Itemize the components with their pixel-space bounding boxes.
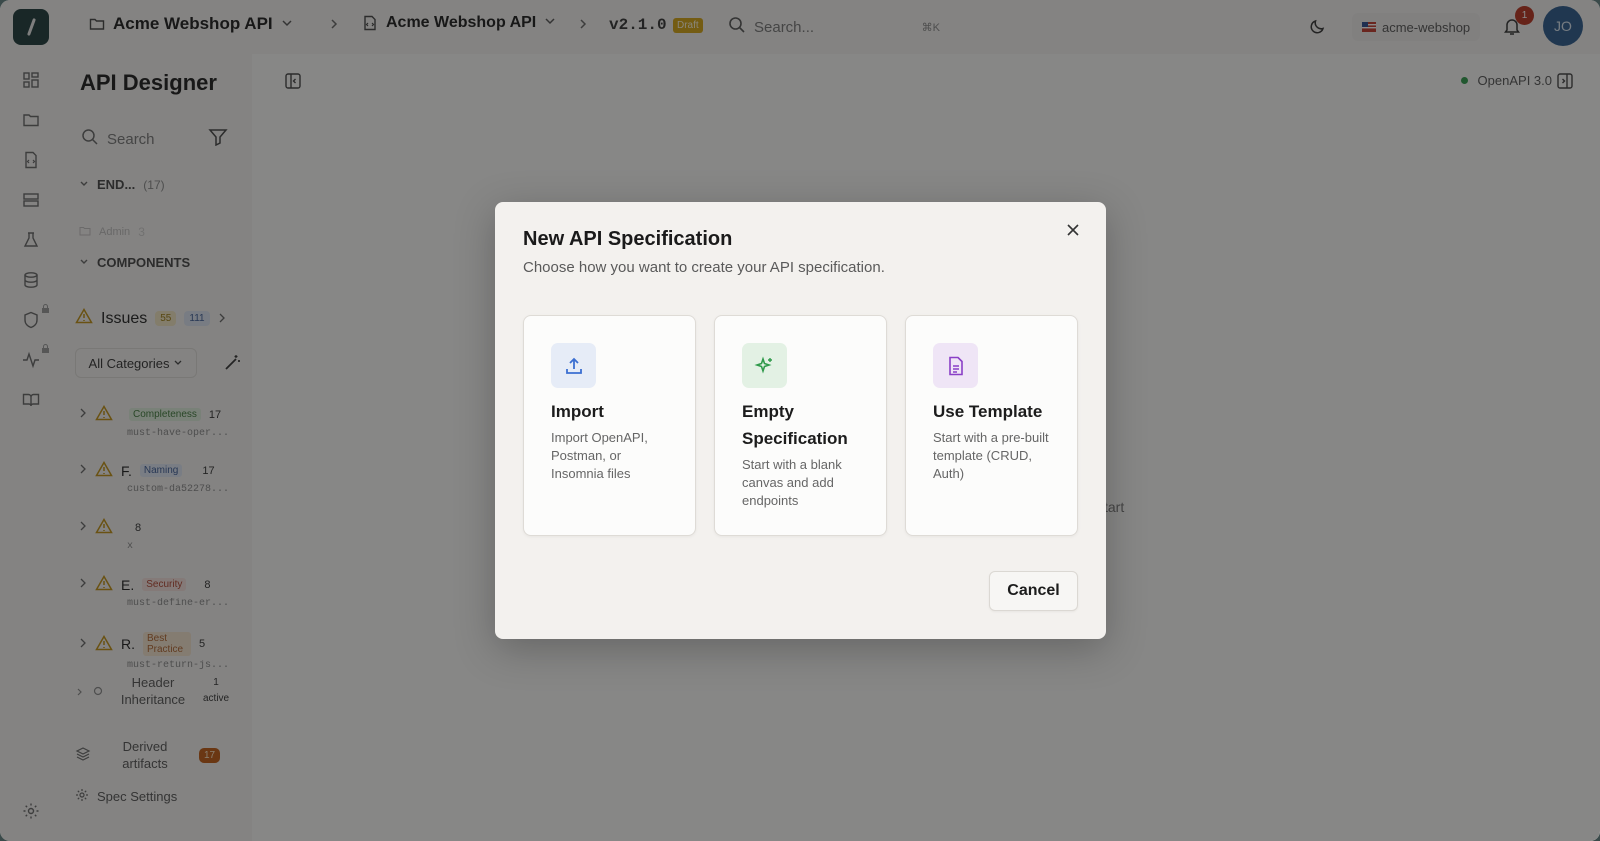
sparkle-icon	[742, 343, 787, 388]
app-window: Acme Webshop API Acme Webshop API v2.1.0…	[0, 0, 1600, 841]
dialog-title: New API Specification	[523, 228, 733, 250]
upload-icon	[551, 343, 596, 388]
template-option-card[interactable]: Use Template Start with a pre-built temp…	[905, 315, 1078, 536]
dialog-description: Choose how you want to create your API s…	[523, 259, 885, 276]
option-description: Start with a blank canvas and add endpoi…	[742, 457, 842, 508]
option-description: Start with a pre-built template (CRUD, A…	[933, 430, 1049, 481]
import-option-card[interactable]: Import Import OpenAPI, Postman, or Insom…	[523, 315, 696, 536]
empty-spec-option-card[interactable]: Empty Specification Start with a blank c…	[714, 315, 887, 536]
option-title: Empty Specification	[742, 402, 848, 448]
option-description: Import OpenAPI, Postman, or Insomnia fil…	[551, 430, 648, 481]
document-icon	[933, 343, 978, 388]
close-icon[interactable]	[1063, 220, 1083, 240]
new-spec-dialog: New API Specification Choose how you wan…	[495, 202, 1106, 639]
option-title: Import	[551, 402, 604, 421]
cancel-button[interactable]: Cancel	[989, 571, 1078, 611]
option-title: Use Template	[933, 402, 1043, 421]
